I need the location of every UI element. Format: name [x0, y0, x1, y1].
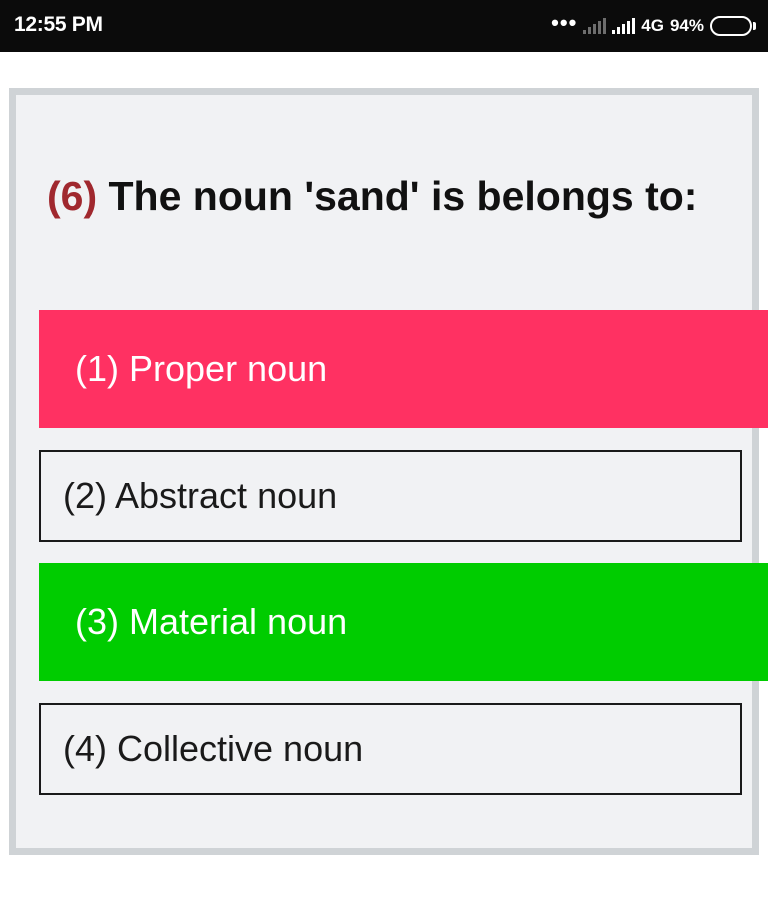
- status-icons: ••• 4G 94%: [551, 12, 756, 40]
- answer-option-1[interactable]: (1) Proper noun: [39, 310, 768, 428]
- battery-percent: 94%: [669, 16, 704, 35]
- signal-strength-icon-sim1: [583, 18, 607, 34]
- question-number: (6): [47, 173, 98, 219]
- answer-option-label: (3) Material noun: [75, 601, 348, 642]
- answer-option-2[interactable]: (2) Abstract noun: [39, 450, 742, 542]
- network-type-label: 4G: [641, 16, 664, 35]
- answer-option-3[interactable]: (3) Material noun: [39, 563, 768, 681]
- signal-strength-icon-sim2: [612, 18, 636, 34]
- status-bar: 12:55 PM ••• 4G 94%: [0, 0, 768, 52]
- more-notifications-icon: •••: [551, 10, 578, 35]
- answer-option-label: (4) Collective noun: [63, 728, 364, 769]
- question-title: (6) The noun 'sand' is belongs to:: [47, 173, 697, 220]
- battery-icon: [710, 16, 756, 36]
- answer-option-label: (2) Abstract noun: [63, 475, 338, 516]
- answer-option-label: (1) Proper noun: [75, 348, 328, 389]
- status-time: 12:55 PM: [14, 13, 103, 36]
- bottom-area: [0, 855, 768, 900]
- answer-option-4[interactable]: (4) Collective noun: [39, 703, 742, 795]
- question-text: The noun 'sand' is belongs to:: [108, 173, 698, 219]
